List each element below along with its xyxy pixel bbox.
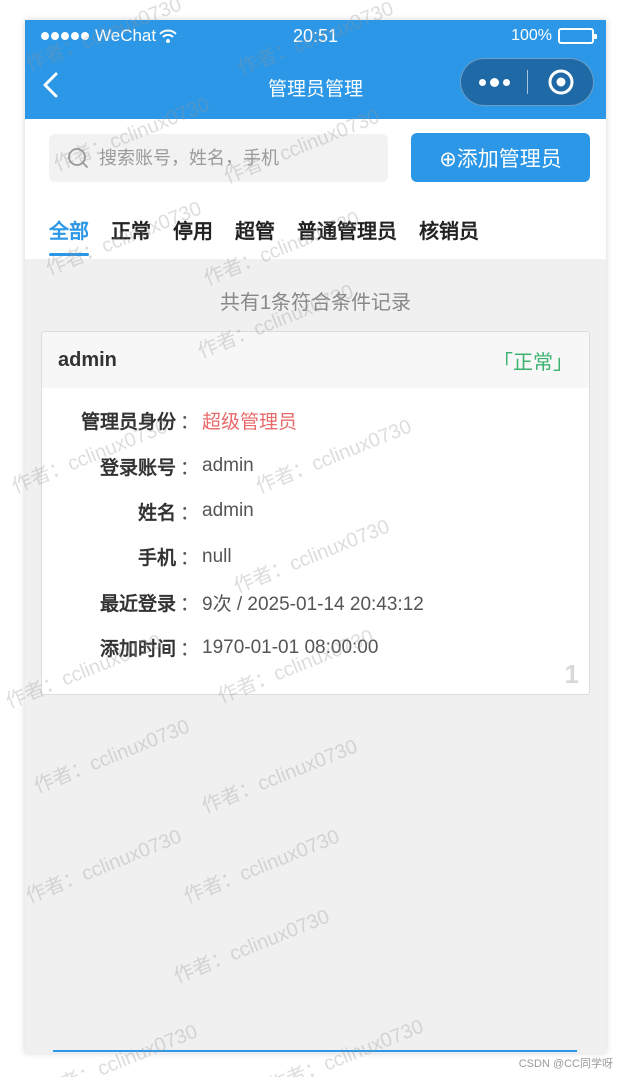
detail-colon: ： [180,412,200,434]
search-input[interactable] [99,147,359,169]
status-bar: WeChat 20:51 100% [25,20,606,52]
source-credit: CSDN @CC同学呀 [518,1058,613,1070]
bottom-divider [53,1050,577,1052]
status-tabs: 全部 正常 停用 超管 普通管理员 核销员 [49,215,479,256]
detail-label: 管理员身份 [80,412,176,434]
search-icon [68,148,88,168]
battery-percent: 100% [511,27,552,44]
detail-colon: ： [180,639,200,661]
detail-row-added-time: 添加时间 ： 1970-01-01 08:00:00 [42,625,589,670]
search-box [49,134,388,182]
tab-disabled[interactable]: 停用 [173,215,213,256]
detail-colon: ： [180,593,200,615]
card-header: admin 「正常」 [42,332,589,388]
battery-area: 100% [511,27,597,45]
detail-value: admin [202,455,254,477]
detail-label: 最近登录 [99,593,176,615]
tab-all[interactable]: 全部 [49,215,89,256]
card-admin-name: admin [58,348,117,371]
close-target-icon[interactable] [528,59,593,105]
result-count: 共有1条符合条件记录 [219,292,412,314]
more-dots-icon[interactable] [461,59,527,105]
detail-value: 1970-01-01 08:00:00 [202,636,379,658]
detail-colon: ： [180,457,200,479]
detail-row-last-login: 最近登录 ： 9次 / 2025-01-14 20:43:12 [42,580,589,625]
detail-row-account: 登录账号 ： admin [42,443,589,488]
status-badge: 「正常」 [493,351,573,374]
tab-verifier[interactable]: 核销员 [419,215,479,256]
detail-row-role: 管理员身份 ： 超级管理员 [42,398,589,443]
detail-value: null [202,545,232,567]
card-details: 管理员身份 ： 超级管理员 登录账号 ： admin 姓名 ： admin 手机… [42,388,589,670]
detail-value: admin [202,500,254,522]
detail-value: 9次 / 2025-01-14 20:43:12 [202,593,424,615]
detail-colon: ： [180,548,200,570]
detail-label: 手机 [137,548,176,570]
detail-label: 姓名 [137,502,176,524]
tab-super-admin[interactable]: 超管 [235,215,275,256]
phone-frame: WeChat 20:51 100% 管理员管理 搜索账号，姓名，手机 ⊕添加管理… [25,20,606,1053]
admin-card[interactable]: admin 「正常」 管理员身份 ： 超级管理员 登录账号 ： admin 姓名… [41,331,590,695]
mini-program-capsule [460,58,594,106]
tab-normal[interactable]: 正常 [111,215,151,256]
detail-row-name: 姓名 ： admin [42,489,589,534]
nav-bar: 管理员管理 [25,52,606,119]
detail-value: 超级管理员 [202,412,298,434]
add-admin-button[interactable]: ⊕添加管理员 [411,133,590,182]
tab-regular-admin[interactable]: 普通管理员 [297,215,397,256]
detail-label: 登录账号 [99,457,176,479]
filter-bar: ⊕添加管理员 全部 正常 停用 超管 普通管理员 核销员 [25,119,606,259]
card-index: 1 [564,659,579,689]
battery-icon [558,28,597,44]
detail-row-phone: 手机 ： null [42,534,589,579]
detail-label: 添加时间 [99,639,176,661]
detail-colon: ： [180,502,200,524]
